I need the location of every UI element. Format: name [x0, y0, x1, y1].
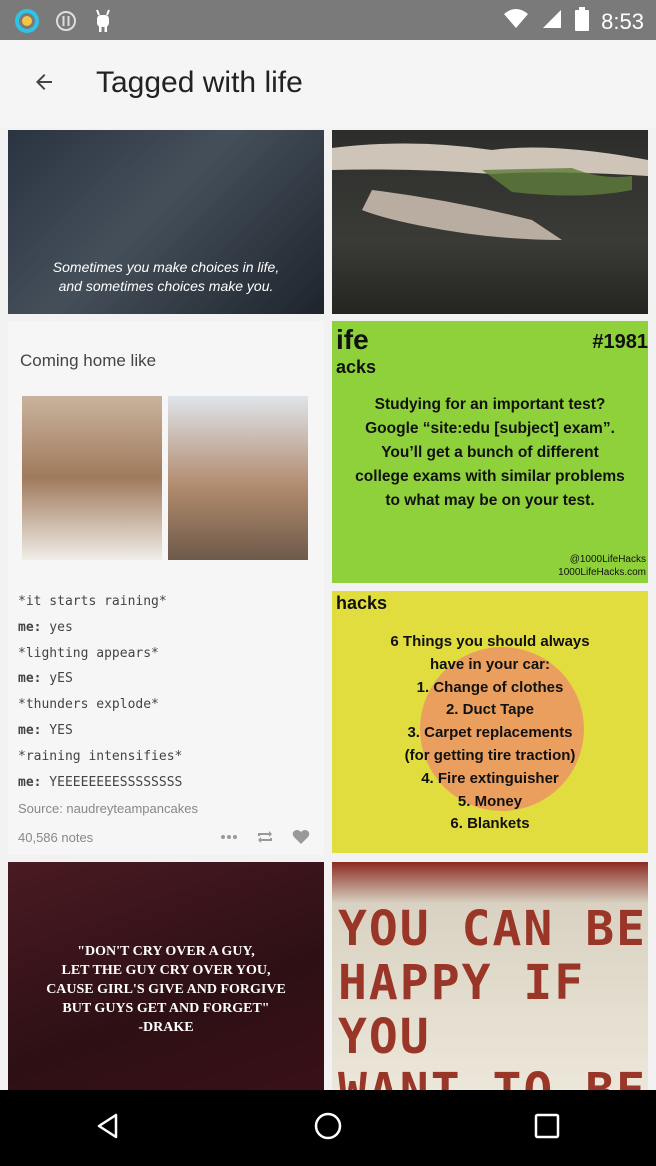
- post-text-line: me: YEEEEEEEESSSSSSSS: [18, 770, 182, 796]
- nav-home-button[interactable]: [288, 1098, 368, 1158]
- post-text-line: *raining intensifies*: [18, 744, 182, 770]
- post-text-lines: *it starts raining* me: yes *lighting appe…: [18, 589, 182, 795]
- post-text-line: me: YES: [18, 718, 182, 744]
- line-text: *it starts raining*: [18, 594, 167, 609]
- lifehacks-title: ife: [336, 324, 369, 355]
- status-time: 8:53: [601, 8, 644, 34]
- speaker-label: me:: [18, 774, 42, 790]
- status-bar: 8:53: [0, 0, 656, 40]
- line-text: *thunders explode*: [18, 697, 159, 713]
- post-text-line: *it starts raining*: [18, 589, 182, 615]
- line-text: *lighting appears*: [18, 645, 159, 661]
- battery-icon: [575, 7, 590, 36]
- post-tile-car-things[interactable]: hacks 6 Things you should always have in…: [332, 591, 648, 853]
- post-grid: Sometimes you make choices in life, and …: [0, 128, 656, 1090]
- post-text-line: me: yes: [18, 615, 182, 641]
- post-text-line: me: yES: [18, 666, 182, 692]
- post-tile-life-hack-1981[interactable]: ife acks #1981 Studying for an important…: [332, 321, 648, 583]
- notes-count: 40,586 notes: [18, 829, 94, 845]
- post-source: Source: naudreyteampancakes: [18, 801, 198, 816]
- lifehacks-footer: @1000LifeHacks 1000LifeHacks.com: [558, 554, 646, 578]
- line-text: *raining intensifies*: [18, 748, 183, 764]
- app-bar: Tagged with life: [0, 40, 656, 129]
- lifehacks-text: Studying for an important test? Google “…: [355, 396, 625, 509]
- post-actions: 40,586 notes: [18, 829, 310, 845]
- car-things-text: 6 Things you should always have in your …: [390, 633, 590, 833]
- sign-text: YOU CAN BE HAPPY IF YOU WANT TO BE: [338, 901, 647, 1090]
- lifehacks-subtitle: acks: [336, 357, 377, 377]
- hands-photo: [332, 143, 648, 240]
- alert-icon: [54, 9, 78, 38]
- page-title: Tagged with life: [96, 66, 303, 99]
- lifehacks-number: #1981: [592, 331, 648, 353]
- post-text-line: *lighting appears*: [18, 641, 182, 667]
- line-text: yES: [41, 671, 73, 687]
- nav-back-icon: [94, 1111, 124, 1146]
- nav-recents-button[interactable]: [507, 1098, 587, 1158]
- post-heading: Coming home like: [20, 351, 157, 370]
- ring-icon: [14, 8, 40, 39]
- speaker-label: me:: [18, 671, 42, 687]
- arrow-back-icon: [32, 70, 56, 99]
- lifehacks-subtitle: hacks: [336, 593, 388, 613]
- line-text: YES: [41, 722, 73, 738]
- line-text: yes: [41, 619, 73, 635]
- navigation-bar: [0, 1090, 656, 1166]
- nav-home-icon: [313, 1111, 343, 1146]
- post-tile-drake-quote[interactable]: "DON'T CRY OVER A GUY, LET THE GUY CRY O…: [8, 862, 324, 1090]
- speaker-label: me:: [18, 722, 42, 738]
- android-icon: [92, 8, 114, 39]
- post-tile-hands-grass[interactable]: [332, 130, 648, 314]
- back-button[interactable]: [20, 60, 68, 108]
- speaker-label: me:: [18, 619, 42, 635]
- more-icon[interactable]: [220, 834, 238, 840]
- nav-recents-icon: [533, 1112, 561, 1145]
- girl-photo-left: [22, 396, 162, 560]
- reblog-icon[interactable]: [256, 830, 274, 844]
- heart-icon[interactable]: [292, 829, 310, 845]
- wifi-icon: [503, 8, 529, 35]
- post-caption: Sometimes you make choices in life, and …: [52, 259, 280, 294]
- post-tile-choices[interactable]: Sometimes you make choices in life, and …: [8, 130, 324, 314]
- post-tile-coming-home[interactable]: Coming home like *it starts raining* me: …: [8, 321, 324, 855]
- line-text: YEEEEEEEESSSSSSSS: [41, 774, 183, 790]
- post-tile-happy-sign[interactable]: YOU CAN BE HAPPY IF YOU WANT TO BE: [332, 862, 648, 1090]
- post-text-line: *thunders explode*: [18, 692, 182, 718]
- girl-photo-right: [168, 396, 308, 560]
- signal-icon: [541, 8, 563, 35]
- nav-back-button[interactable]: [69, 1098, 149, 1158]
- quote-text: "DON'T CRY OVER A GUY, LET THE GUY CRY O…: [46, 944, 286, 1035]
